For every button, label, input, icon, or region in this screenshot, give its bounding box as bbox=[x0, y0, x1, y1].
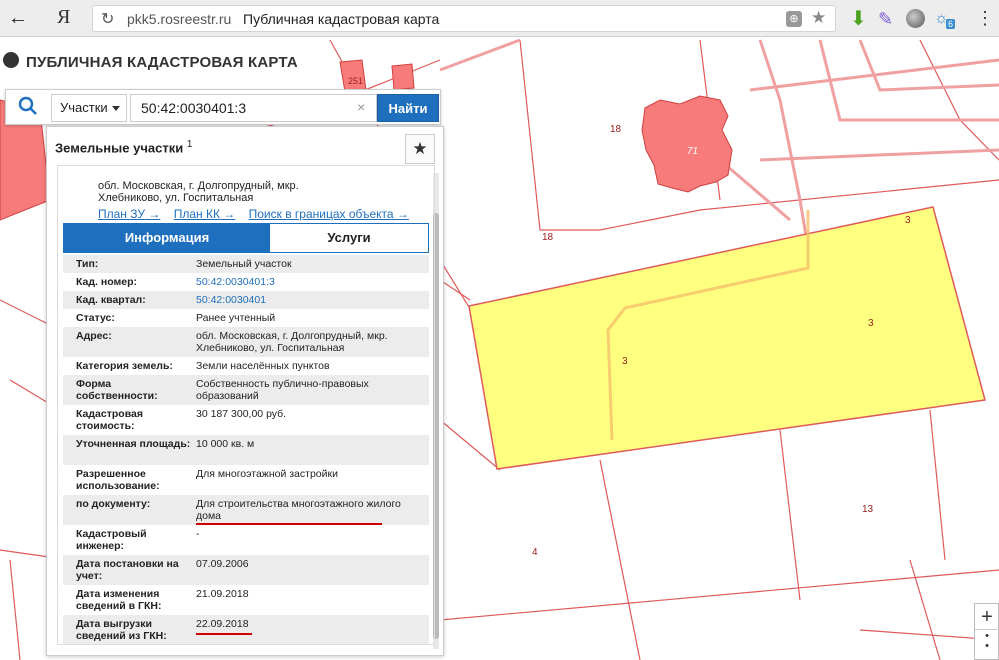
bookmark-star-icon[interactable]: ★ bbox=[811, 8, 826, 28]
table-row: Статус: Ранее учтенный bbox=[63, 309, 429, 327]
plan-zu-link[interactable]: План ЗУ → bbox=[98, 207, 160, 221]
pen-extension-icon[interactable]: ✎ bbox=[878, 9, 898, 29]
attr-label: Статус: bbox=[76, 312, 115, 324]
table-row: Дата выгрузки сведений из ГКН: 22.09.2018 bbox=[63, 615, 429, 644]
tab-information[interactable]: Информация bbox=[64, 224, 270, 252]
building-small bbox=[391, 63, 415, 91]
result-links: План ЗУ → План КК → Поиск в границах объ… bbox=[98, 207, 419, 221]
search-type-label: Участки bbox=[60, 100, 108, 115]
table-row: Форма собственности: Собственность публич… bbox=[63, 375, 429, 405]
results-panel: Земельные участки 1 ★ обл. Московская, г… bbox=[46, 126, 444, 656]
map-label: 3 bbox=[905, 215, 911, 226]
search-input[interactable]: 50:42:0030401:3 bbox=[130, 94, 377, 122]
map-label: 3 bbox=[622, 356, 628, 367]
table-row: Категория земель: Земли населённых пункто… bbox=[63, 357, 429, 375]
table-row: Уточненная площадь: 10 000 кв. м bbox=[63, 435, 429, 465]
zoom-control: + • • bbox=[974, 603, 999, 660]
translate-icon[interactable]: ⊕ bbox=[786, 11, 802, 27]
map-label: 18 bbox=[610, 124, 622, 135]
table-row: Тип: Земельный участок bbox=[63, 255, 429, 273]
attr-label: Кад. квартал: bbox=[76, 294, 146, 306]
attr-label: Дата постановки на учет: bbox=[76, 558, 179, 582]
attr-label: Разрешенное использование: bbox=[76, 468, 160, 492]
table-row: Дата изменения сведений в ГКН: 21.09.2018 bbox=[63, 585, 429, 615]
search-type-select[interactable]: Участки bbox=[51, 94, 127, 122]
map-label: 18 bbox=[542, 232, 554, 243]
info-tabs: Информация Услуги bbox=[63, 223, 429, 253]
clear-icon[interactable]: × bbox=[357, 99, 365, 115]
browser-menu-icon[interactable]: ⋮ bbox=[976, 8, 994, 29]
building-71 bbox=[641, 95, 733, 193]
attr-value: 30 187 300,00 руб. bbox=[196, 408, 287, 420]
attr-value: Земли населённых пунктов bbox=[196, 360, 330, 372]
map-label: 3 bbox=[868, 318, 874, 329]
map-label: 4 bbox=[532, 547, 538, 558]
table-row: по документу: Для строительства многоэтаж… bbox=[63, 495, 429, 525]
search-icon[interactable] bbox=[18, 96, 38, 116]
zoom-more-icon[interactable]: • • bbox=[975, 631, 999, 652]
attr-value: 10 000 кв. м bbox=[196, 438, 255, 450]
attributes-table: Тип: Земельный участок Кад. номер: 50:42:00… bbox=[63, 255, 429, 644]
attr-value: 07.09.2006 bbox=[196, 558, 249, 570]
chevron-down-icon bbox=[112, 106, 120, 111]
app-title: ПУБЛИЧНАЯ КАДАСТРОВАЯ КАРТА bbox=[26, 54, 298, 71]
result-address: обл. Московская, г. Долгопрудный, мкр. Х… bbox=[98, 180, 299, 204]
weather-badge: 6 bbox=[946, 19, 956, 29]
attr-value: 21.09.2018 bbox=[196, 588, 249, 600]
table-row: Кадастровый инженер: - bbox=[63, 525, 429, 555]
attr-label: Кадастровая стоимость: bbox=[76, 408, 143, 432]
attr-value: Для многоэтажной застройки bbox=[196, 468, 338, 480]
table-row: Кад. квартал: 50:42:0030401 bbox=[63, 291, 429, 309]
find-button[interactable]: Найти bbox=[377, 94, 439, 122]
attr-value: обл. Московская, г. Долгопрудный, мкр. Х… bbox=[196, 330, 388, 354]
search-bar: Участки 50:42:0030401:3 × Найти bbox=[5, 89, 441, 125]
attr-label: Уточненная площадь: bbox=[76, 438, 191, 450]
result-card: обл. Московская, г. Долгопрудный, мкр. Х… bbox=[57, 165, 435, 645]
red-underline bbox=[196, 633, 252, 635]
search-in-bounds-link[interactable]: Поиск в границах объекта → bbox=[249, 207, 409, 221]
address-bar[interactable]: ↻ pkk5.rosreestr.ru Публичная кадастрова… bbox=[92, 5, 836, 32]
attr-value: Для строительства многоэтажного жилого д… bbox=[196, 498, 401, 522]
download-extension-icon[interactable]: ⬇ bbox=[850, 9, 870, 29]
browser-toolbar: ← Я ↻ pkk5.rosreestr.ru Публичная кадаст… bbox=[0, 0, 999, 37]
plan-kk-link[interactable]: План КК → bbox=[174, 207, 236, 221]
tab-services[interactable]: Услуги bbox=[270, 224, 428, 252]
disc-extension-icon[interactable] bbox=[906, 9, 925, 28]
favorite-star-button[interactable]: ★ bbox=[405, 134, 435, 164]
rosreestr-logo-icon bbox=[3, 52, 19, 68]
url-domain: pkk5.rosreestr.ru bbox=[127, 11, 232, 27]
attr-label: Адрес: bbox=[76, 330, 112, 342]
attr-label: Форма собственности: bbox=[76, 378, 158, 402]
table-row: Кадастровая стоимость: 30 187 300,00 руб. bbox=[63, 405, 429, 435]
attr-label: Тип: bbox=[76, 258, 99, 270]
attr-value: Собственность публично-правовых образова… bbox=[196, 378, 369, 402]
back-arrow-icon[interactable]: ← bbox=[6, 7, 30, 29]
attr-value[interactable]: 50:42:0030401 bbox=[196, 294, 424, 306]
map-label: 71 bbox=[687, 146, 698, 157]
attr-label: Кад. номер: bbox=[76, 276, 138, 288]
attr-value[interactable]: 50:42:0030401:3 bbox=[196, 276, 424, 288]
attr-label: Кадастровый инженер: bbox=[76, 528, 147, 552]
attr-label: Дата выгрузки сведений из ГКН: bbox=[76, 618, 167, 642]
attr-label: по документу: bbox=[76, 498, 151, 510]
zoom-in-button[interactable]: + bbox=[975, 604, 999, 630]
attr-value: Ранее учтенный bbox=[196, 312, 276, 324]
attr-label: Категория земель: bbox=[76, 360, 173, 372]
table-row: Кад. номер: 50:42:0030401:3 bbox=[63, 273, 429, 291]
yandex-logo[interactable]: Я bbox=[57, 6, 70, 29]
attr-label: Дата изменения сведений в ГКН: bbox=[76, 588, 162, 612]
attr-value: - bbox=[196, 528, 200, 540]
map-label: 13 bbox=[862, 504, 874, 515]
map-label: 251 bbox=[348, 76, 363, 86]
selected-parcel bbox=[468, 206, 986, 470]
page-title: Публичная кадастровая карта bbox=[243, 11, 440, 27]
reload-icon[interactable]: ↻ bbox=[101, 9, 114, 29]
attr-value: 22.09.2018 bbox=[196, 618, 249, 630]
result-count: 1 bbox=[186, 139, 193, 150]
panel-heading: Земельные участки 1 bbox=[55, 139, 193, 156]
attr-value: Земельный участок bbox=[196, 258, 292, 270]
table-row: Адрес: обл. Московская, г. Долгопрудный, … bbox=[63, 327, 429, 357]
table-row: Разрешенное использование: Для многоэтажн… bbox=[63, 465, 429, 495]
table-row: Дата постановки на учет: 07.09.2006 bbox=[63, 555, 429, 585]
